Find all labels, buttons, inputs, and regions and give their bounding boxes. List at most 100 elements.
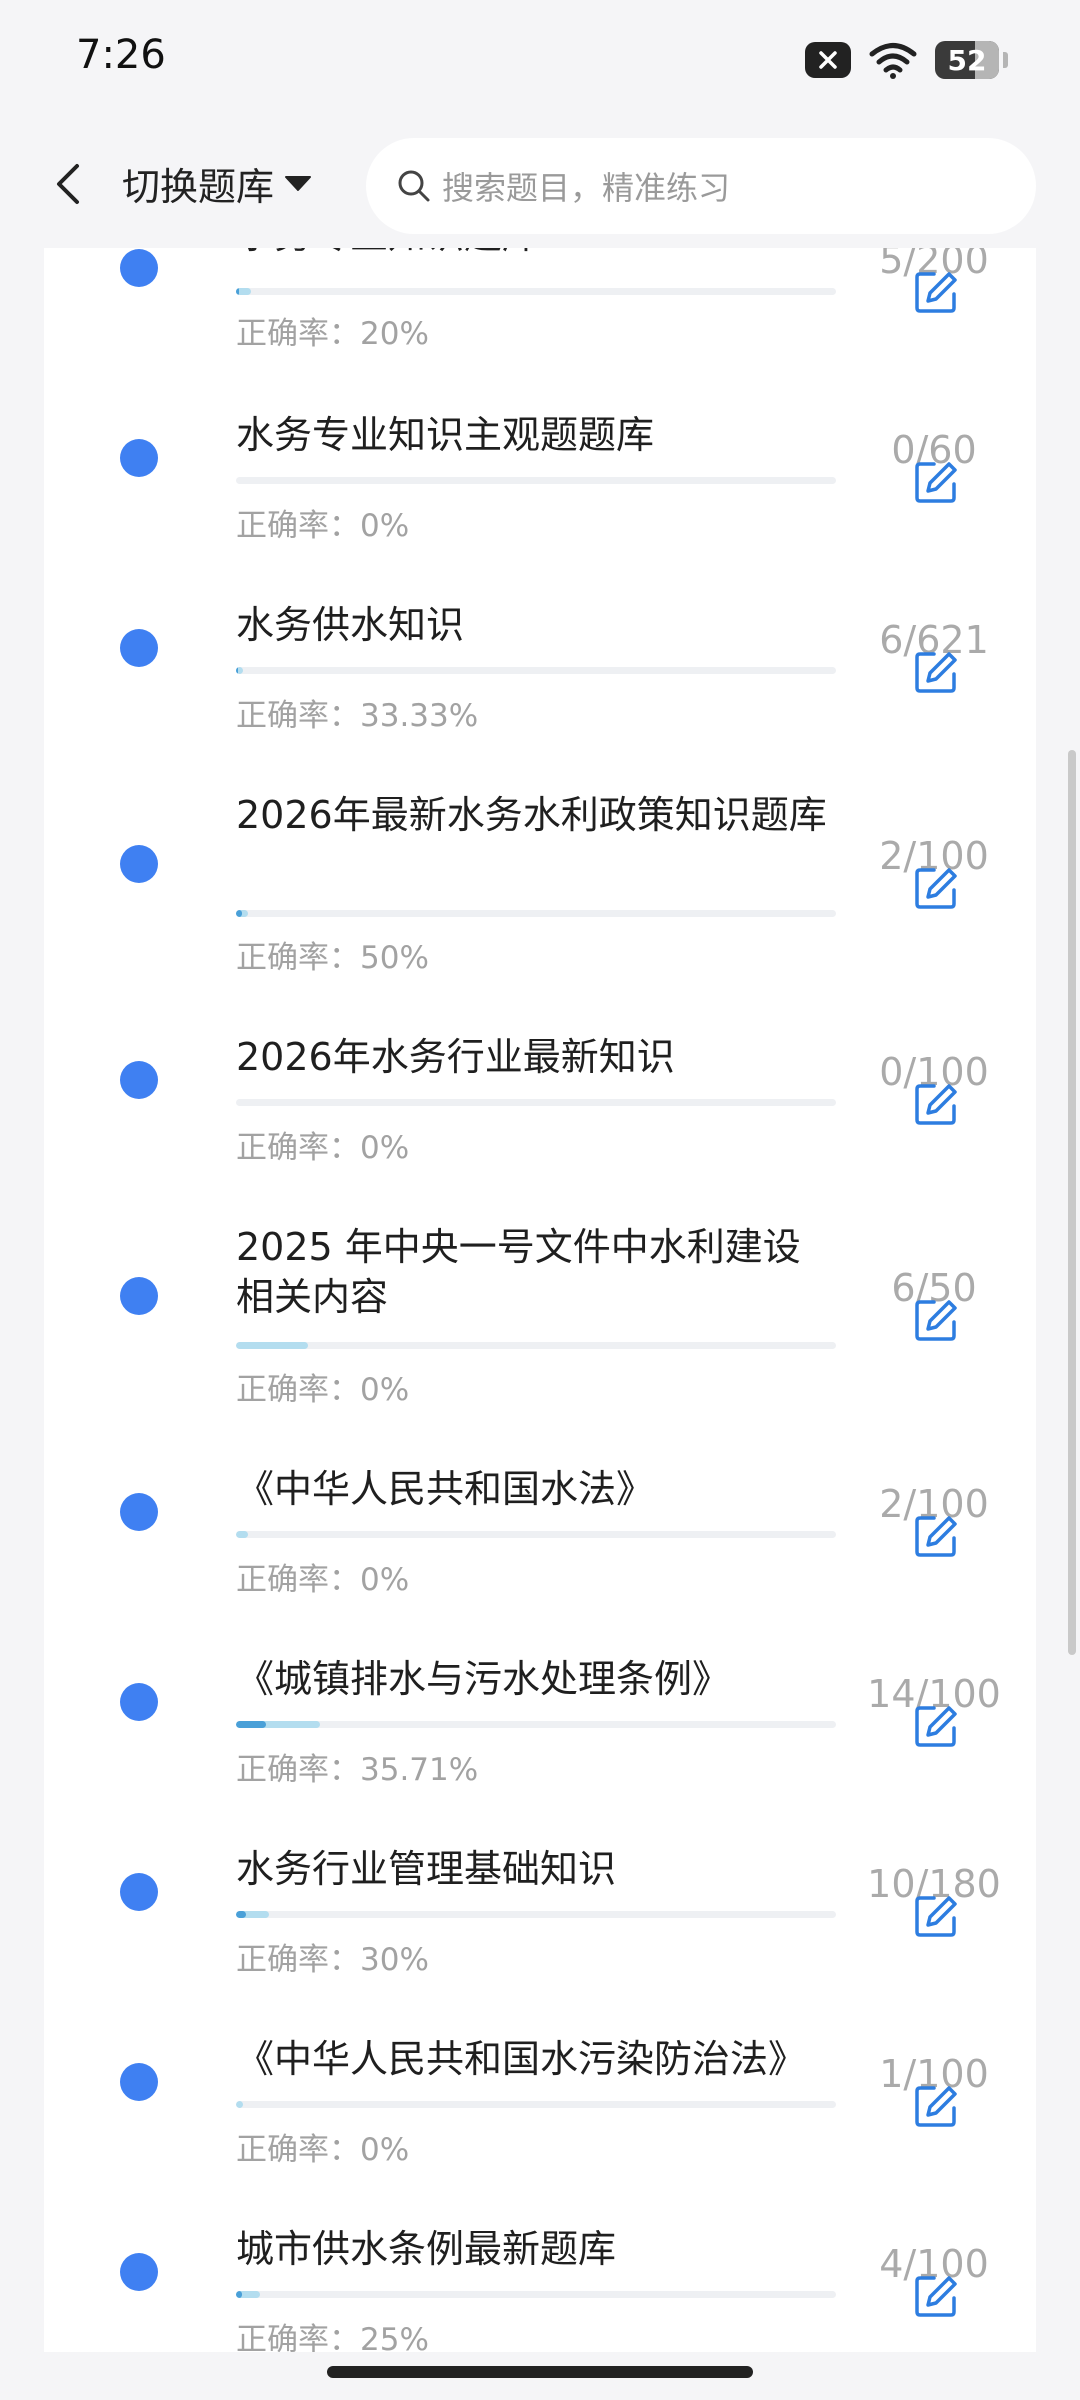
- progress-bar: [236, 2101, 836, 2108]
- status-dot: [120, 249, 158, 287]
- accuracy-value: 33.33%: [360, 698, 479, 734]
- status-dot: [120, 1277, 158, 1315]
- search-placeholder: 搜索题目，精准练习: [442, 169, 731, 207]
- accuracy-label: 正确率：: [236, 316, 360, 352]
- status-dot: [120, 1493, 158, 1531]
- item-title: 2026年水务行业最新知识: [236, 1035, 675, 1079]
- edit-icon[interactable]: [914, 866, 958, 910]
- battery-icon: 52: [935, 41, 999, 79]
- item-title: 水务专业知识主观题题库: [236, 413, 655, 457]
- accuracy-label: 正确率：: [236, 508, 360, 544]
- item-title: 水务行业管理基础知识: [236, 1847, 617, 1891]
- scrollbar[interactable]: [1068, 750, 1076, 1655]
- status-dot: [120, 1873, 158, 1911]
- accuracy-text: 正确率：50%: [236, 932, 429, 977]
- progress-bar: [236, 1911, 836, 1918]
- edit-icon[interactable]: [914, 460, 958, 504]
- accuracy-label: 正确率：: [236, 1942, 360, 1978]
- edit-icon[interactable]: [914, 270, 958, 314]
- progress-correct: [236, 2291, 242, 2298]
- status-icons: 52: [805, 36, 1008, 84]
- accuracy-value: 20%: [360, 316, 429, 352]
- accuracy-text: 正确率：0%: [236, 1554, 409, 1599]
- home-indicator[interactable]: [327, 2366, 753, 2378]
- progress-bar: [236, 1531, 836, 1538]
- accuracy-text: 正确率：0%: [236, 2124, 409, 2169]
- status-bar: 7:26 52: [0, 0, 1080, 120]
- accuracy-value: 0%: [360, 1130, 410, 1166]
- search-icon: [394, 166, 434, 206]
- edit-icon[interactable]: [914, 1704, 958, 1748]
- progress-done: [236, 1342, 308, 1349]
- edit-icon[interactable]: [914, 1894, 958, 1938]
- status-dot: [120, 845, 158, 883]
- edit-icon[interactable]: [914, 1298, 958, 1342]
- progress-bar: [236, 1721, 836, 1728]
- accuracy-text: 正确率：0%: [236, 500, 409, 545]
- item-title: 《中华人民共和国水法》: [236, 1467, 655, 1511]
- accuracy-label: 正确率：: [236, 2132, 360, 2168]
- progress-bar: [236, 1342, 836, 1349]
- caret-down-icon: [285, 176, 312, 191]
- battery-level: 52: [947, 43, 987, 77]
- accuracy-label: 正确率：: [236, 2322, 360, 2352]
- status-dot: [120, 439, 158, 477]
- chevron-left-icon: [57, 164, 79, 204]
- item-title: 《中华人民共和国水污染防治法》: [236, 2037, 807, 2081]
- status-dot: [120, 2253, 158, 2291]
- accuracy-label: 正确率：: [236, 940, 360, 976]
- accuracy-label: 正确率：: [236, 1562, 360, 1598]
- accuracy-label: 正确率：: [236, 1130, 360, 1166]
- progress-correct: [236, 910, 242, 917]
- progress-bar: [236, 2291, 836, 2298]
- status-time: 7:26: [76, 32, 166, 78]
- notification-close-icon: [805, 42, 851, 78]
- wifi-icon: [869, 43, 917, 79]
- accuracy-value: 0%: [360, 508, 410, 544]
- progress-done: [236, 1531, 248, 1538]
- edit-icon[interactable]: [914, 1514, 958, 1558]
- item-title: 2025 年中央一号文件中水利建设相关内容: [236, 1225, 801, 1319]
- accuracy-text: 正确率：20%: [236, 308, 429, 353]
- status-dot: [120, 629, 158, 667]
- progress-bar: [236, 667, 836, 674]
- status-dot: [120, 1061, 158, 1099]
- edit-icon[interactable]: [914, 650, 958, 694]
- progress-bar: [236, 288, 836, 295]
- accuracy-text: 正确率：35.71%: [236, 1744, 478, 1789]
- item-title: 城市供水条例最新题库: [236, 2227, 617, 2271]
- accuracy-value: 0%: [360, 2132, 410, 2168]
- item-title: 《城镇排水与污水处理条例》: [236, 1657, 731, 1701]
- item-title: 水务供水知识: [236, 603, 465, 647]
- progress-bar: [236, 1099, 836, 1106]
- accuracy-text: 正确率：0%: [236, 1364, 409, 1409]
- item-title: 水务专业知识题库: [236, 248, 836, 260]
- edit-icon[interactable]: [914, 2274, 958, 2318]
- progress-done: [236, 2101, 244, 2108]
- edit-icon[interactable]: [914, 2084, 958, 2128]
- item-title: 2026年最新水务水利政策知识题库: [236, 793, 827, 837]
- search-input[interactable]: 搜索题目，精准练习: [366, 138, 1036, 234]
- back-button[interactable]: [40, 156, 96, 212]
- accuracy-value: 0%: [360, 1562, 410, 1598]
- accuracy-value: 35.71%: [360, 1752, 479, 1788]
- accuracy-value: 0%: [360, 1372, 410, 1408]
- accuracy-label: 正确率：: [236, 1372, 360, 1408]
- accuracy-value: 25%: [360, 2322, 429, 2352]
- progress-correct: [236, 1911, 246, 1918]
- edit-icon[interactable]: [914, 1082, 958, 1126]
- progress-bar: [236, 477, 836, 484]
- accuracy-text: 正确率：25%: [236, 2314, 429, 2352]
- accuracy-label: 正确率：: [236, 698, 360, 734]
- progress-correct: [236, 288, 239, 295]
- accuracy-text: 正确率：33.33%: [236, 690, 478, 735]
- status-dot: [120, 2063, 158, 2101]
- progress-correct: [236, 1721, 266, 1728]
- accuracy-text: 正确率：30%: [236, 1934, 429, 1979]
- accuracy-value: 30%: [360, 1942, 429, 1978]
- accuracy-value: 50%: [360, 940, 429, 976]
- switch-bank-dropdown[interactable]: 切换题库: [122, 150, 312, 216]
- accuracy-text: 正确率：0%: [236, 1122, 409, 1167]
- status-dot: [120, 1683, 158, 1721]
- header: 切换题库 搜索题目，精准练习: [0, 120, 1080, 248]
